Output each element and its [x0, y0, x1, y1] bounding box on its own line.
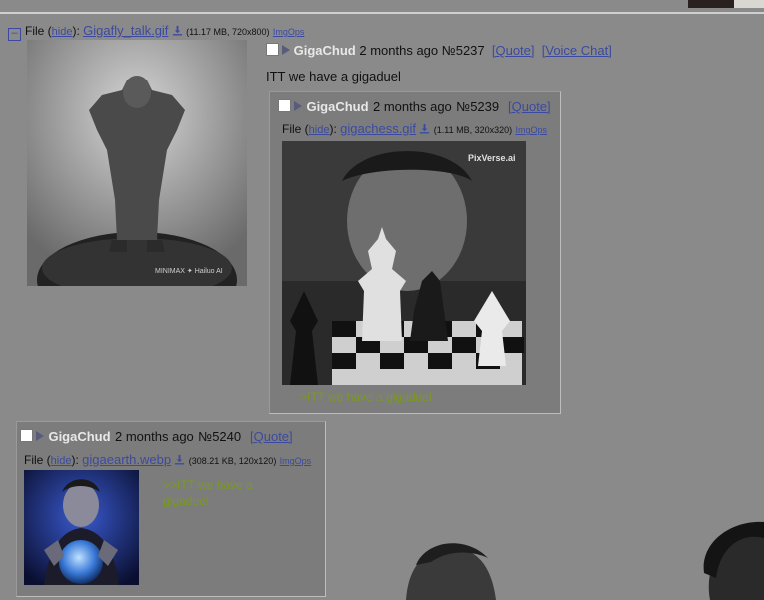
file-label-suffix: ): — [329, 122, 337, 136]
post-number[interactable]: №5237 — [442, 43, 485, 58]
post-number[interactable]: №5240 — [198, 429, 241, 444]
post-time: 2 months ago — [373, 99, 452, 114]
download-icon[interactable] — [174, 454, 185, 465]
reply-file-meta: (308.21 KB, 120x120) — [188, 456, 277, 466]
download-icon[interactable] — [172, 25, 183, 36]
post-menu-arrow-icon[interactable] — [36, 431, 44, 441]
background-figure-left — [406, 543, 496, 600]
voice-chat-button[interactable]: [Voice Chat] — [542, 43, 612, 58]
op-file-info: – File (hide): Gigafly_talk.gif (11.17 MB… — [8, 23, 304, 41]
post-menu-arrow-icon[interactable] — [282, 45, 290, 55]
reply-post-5239: GigaChud 2 months ago №5239 [Quote] File… — [269, 91, 561, 414]
file-label: File ( — [24, 453, 51, 467]
file-label-suffix: ): — [71, 453, 79, 467]
quote-button[interactable]: [Quote] — [250, 429, 293, 444]
reply-filename-link[interactable]: gigachess.gif — [340, 121, 416, 136]
hide-image-link[interactable]: hide — [51, 455, 72, 467]
reply-text: >>ITT we have a gigaduel — [163, 478, 253, 508]
imgops-link[interactable]: ImgOps — [273, 27, 305, 37]
hide-image-link[interactable]: hide — [309, 124, 330, 136]
poster-name: GigaChud — [293, 43, 356, 58]
reply-file-info: File (hide): gigachess.gif (1.11 MB, 320… — [282, 121, 547, 136]
file-label: File ( — [25, 24, 52, 38]
background-figure-right — [703, 521, 764, 600]
reply-file-meta: (1.11 MB, 320x320) — [433, 125, 513, 135]
post-select-checkbox[interactable] — [20, 429, 33, 442]
top-divider — [0, 12, 764, 14]
reply-header: GigaChud 2 months ago №5239 [Quote] — [278, 98, 551, 116]
post-number[interactable]: №5239 — [456, 99, 499, 114]
imgops-link[interactable]: ImgOps — [280, 456, 312, 466]
reply-image-watermark: PixVerse.ai — [468, 153, 516, 163]
collapse-thread-button[interactable]: – — [8, 28, 21, 41]
op-image-watermark: MINIMAX ✦ Hailuo AI — [155, 267, 223, 275]
hide-image-link[interactable]: hide — [52, 26, 73, 38]
reply-image-chess[interactable]: PixVerse.ai — [282, 141, 526, 385]
post-time: 2 months ago — [115, 429, 194, 444]
op-post-text: ITT we have a gigaduel — [266, 69, 401, 84]
quote-button[interactable]: [Quote] — [508, 99, 551, 114]
quote-button[interactable]: [Quote] — [492, 43, 535, 58]
file-label-suffix: ): — [72, 24, 80, 38]
post-time: 2 months ago — [359, 43, 439, 58]
reply-image-earth[interactable] — [24, 470, 139, 585]
post-menu-arrow-icon[interactable] — [294, 101, 302, 111]
post-select-checkbox[interactable] — [266, 43, 279, 56]
op-post-header: GigaChud 2 months ago №5237 [Quote] [Voi… — [266, 43, 612, 58]
reply-post-5240: GigaChud 2 months ago №5240 [Quote] File… — [16, 421, 326, 597]
imgops-link[interactable]: ImgOps — [515, 125, 547, 135]
post-select-checkbox[interactable] — [278, 99, 291, 112]
poster-name: GigaChud — [306, 99, 369, 114]
reply-header: GigaChud 2 months ago №5240 [Quote] — [20, 428, 293, 446]
file-label: File ( — [282, 122, 309, 136]
reply-filename-link[interactable]: gigaearth.webp — [82, 452, 171, 467]
reply-text: >ITT we have a gigaduel — [300, 390, 432, 404]
reply-file-info: File (hide): gigaearth.webp (308.21 KB, … — [24, 452, 311, 467]
op-filename-link[interactable]: Gigafly_talk.gif — [83, 23, 168, 38]
poster-name: GigaChud — [48, 429, 111, 444]
corner-thumbnail[interactable] — [688, 0, 764, 8]
download-icon[interactable] — [419, 123, 430, 134]
op-image[interactable]: MINIMAX ✦ Hailuo AI — [27, 40, 247, 286]
op-file-meta: (11.17 MB, 720x800) — [186, 27, 270, 37]
